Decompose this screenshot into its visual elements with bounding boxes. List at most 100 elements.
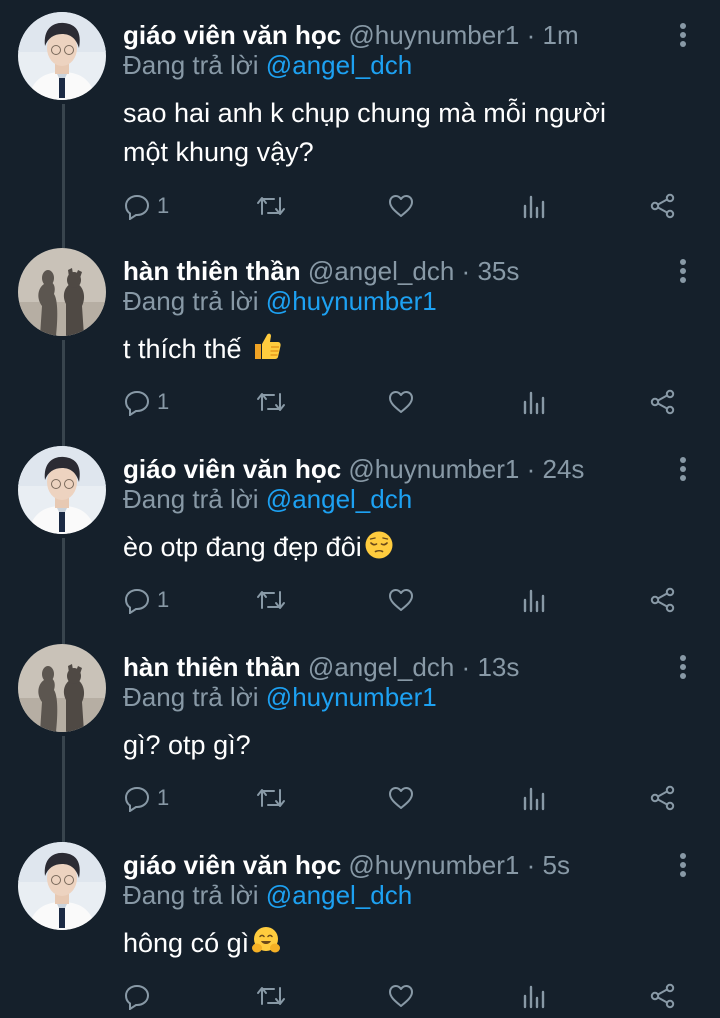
- retweet-icon: [257, 393, 285, 411]
- display-name[interactable]: giáo viên văn học: [123, 850, 341, 880]
- avatar-angel-image: [18, 644, 106, 732]
- like-button[interactable]: [387, 188, 415, 224]
- avatar[interactable]: [18, 644, 106, 732]
- handle[interactable]: @huynumber1: [348, 20, 519, 50]
- retweet-icon: [257, 591, 285, 609]
- analytics-button[interactable]: [520, 780, 548, 816]
- retweet-button[interactable]: [256, 188, 286, 224]
- like-icon: [389, 391, 413, 413]
- tweet[interactable]: giáo viên văn học @huynumber1 · 1m Đang …: [0, 0, 720, 240]
- share-button[interactable]: [649, 384, 677, 420]
- retweet-button[interactable]: [256, 582, 286, 618]
- replying-to-handle[interactable]: @angel_dch: [266, 880, 412, 910]
- retweet-button[interactable]: [256, 780, 286, 816]
- reply-icon: [124, 786, 150, 812]
- reply-button[interactable]: 1: [123, 384, 169, 420]
- like-icon: [389, 589, 413, 611]
- replying-to-handle[interactable]: @huynumber1: [266, 682, 437, 712]
- replying-to-handle[interactable]: @angel_dch: [266, 50, 412, 80]
- replying-to-label: Đang trả lời: [123, 682, 259, 712]
- reply-button[interactable]: [123, 978, 157, 1014]
- timestamp[interactable]: 24s: [542, 454, 584, 484]
- timestamp[interactable]: 13s: [477, 652, 519, 682]
- reply-count: 1: [157, 389, 170, 414]
- avatar[interactable]: [18, 248, 106, 336]
- reply-count: 1: [157, 193, 170, 218]
- tweet-header: giáo viên văn học @huynumber1 · 5s: [123, 848, 673, 882]
- analytics-button[interactable]: [520, 582, 548, 618]
- more-icon[interactable]: [672, 20, 694, 50]
- replying-to-handle[interactable]: @huynumber1: [266, 286, 437, 316]
- display-name[interactable]: hàn thiên thần: [123, 652, 301, 682]
- replying-to: Đang trả lời @angel_dch: [123, 880, 673, 910]
- hugging-face-icon: [252, 927, 281, 953]
- reply-button[interactable]: 1: [123, 582, 169, 618]
- tweet-text-content: èo otp đang đẹp đôi: [123, 532, 362, 562]
- more-icon[interactable]: [672, 850, 694, 880]
- like-button[interactable]: [387, 978, 415, 1014]
- reply-icon: [124, 588, 150, 614]
- tweet[interactable]: giáo viên văn học @huynumber1 · 24s Đang…: [0, 434, 720, 630]
- replying-to-handle[interactable]: @angel_dch: [266, 484, 412, 514]
- like-button[interactable]: [387, 582, 415, 618]
- timestamp[interactable]: 1m: [542, 20, 578, 50]
- analytics-button[interactable]: [520, 978, 548, 1014]
- tweet[interactable]: giáo viên văn học @huynumber1 · 5s Đang …: [0, 830, 720, 1018]
- like-button[interactable]: [387, 384, 415, 420]
- share-icon: [650, 983, 675, 1009]
- tweet-content: hàn thiên thần @angel_dch · 35s Đang trả…: [123, 254, 673, 369]
- analytics-button[interactable]: [520, 384, 548, 420]
- share-button[interactable]: [649, 188, 677, 224]
- retweet-button[interactable]: [256, 978, 286, 1014]
- reply-button[interactable]: 1: [123, 780, 169, 816]
- tweet-header: hàn thiên thần @angel_dch · 35s: [123, 254, 673, 288]
- more-icon[interactable]: [672, 652, 694, 682]
- more-icon[interactable]: [672, 454, 694, 484]
- pensive-face-icon: [365, 531, 393, 559]
- handle[interactable]: @huynumber1: [348, 850, 519, 880]
- avatar[interactable]: [18, 12, 106, 100]
- share-button[interactable]: [649, 780, 677, 816]
- separator-dot: ·: [526, 850, 536, 880]
- like-icon: [389, 195, 413, 217]
- timestamp[interactable]: 35s: [477, 256, 519, 286]
- like-button[interactable]: [387, 780, 415, 816]
- analytics-icon: [523, 391, 545, 415]
- tweet[interactable]: hàn thiên thần @angel_dch · 13s Đang trả…: [0, 632, 720, 828]
- retweet-icon: [257, 987, 285, 1005]
- more-icon[interactable]: [672, 256, 694, 286]
- separator-dot: ·: [526, 20, 536, 50]
- reply-count: 1: [157, 785, 170, 810]
- tweet-content: giáo viên văn học @huynumber1 · 1m Đang …: [123, 18, 673, 172]
- tweet-text-content: hông có gì: [123, 928, 250, 958]
- replying-to-label: Đang trả lời: [123, 50, 259, 80]
- handle[interactable]: @huynumber1: [348, 454, 519, 484]
- share-button[interactable]: [649, 582, 677, 618]
- share-icon: [650, 587, 675, 613]
- retweet-button[interactable]: [256, 384, 286, 420]
- display-name[interactable]: giáo viên văn học: [123, 454, 341, 484]
- avatar[interactable]: [18, 446, 106, 534]
- handle[interactable]: @angel_dch: [308, 256, 454, 286]
- share-icon: [650, 785, 675, 811]
- retweet-icon: [257, 789, 285, 807]
- replying-to-label: Đang trả lời: [123, 880, 259, 910]
- share-button[interactable]: [649, 978, 677, 1014]
- tweet-text-content: sao hai anh k chụp chung mà mỗi người mộ…: [123, 98, 607, 167]
- display-name[interactable]: hàn thiên thần: [123, 256, 301, 286]
- replying-to: Đang trả lời @huynumber1: [123, 682, 673, 712]
- separator-dot: ·: [526, 454, 536, 484]
- tweet-actions: [123, 978, 683, 1014]
- share-icon: [650, 193, 675, 219]
- tweet-content: giáo viên văn học @huynumber1 · 24s Đang…: [123, 452, 673, 567]
- handle[interactable]: @angel_dch: [308, 652, 454, 682]
- timestamp[interactable]: 5s: [542, 850, 569, 880]
- avatar[interactable]: [18, 842, 106, 930]
- analytics-icon: [523, 589, 545, 613]
- tweet[interactable]: hàn thiên thần @angel_dch · 35s Đang trả…: [0, 236, 720, 432]
- reply-button[interactable]: 1: [123, 188, 169, 224]
- display-name[interactable]: giáo viên văn học: [123, 20, 341, 50]
- tweet-actions: 1: [123, 188, 683, 224]
- tweet-text: èo otp đang đẹp đôi: [123, 528, 673, 567]
- analytics-button[interactable]: [520, 188, 548, 224]
